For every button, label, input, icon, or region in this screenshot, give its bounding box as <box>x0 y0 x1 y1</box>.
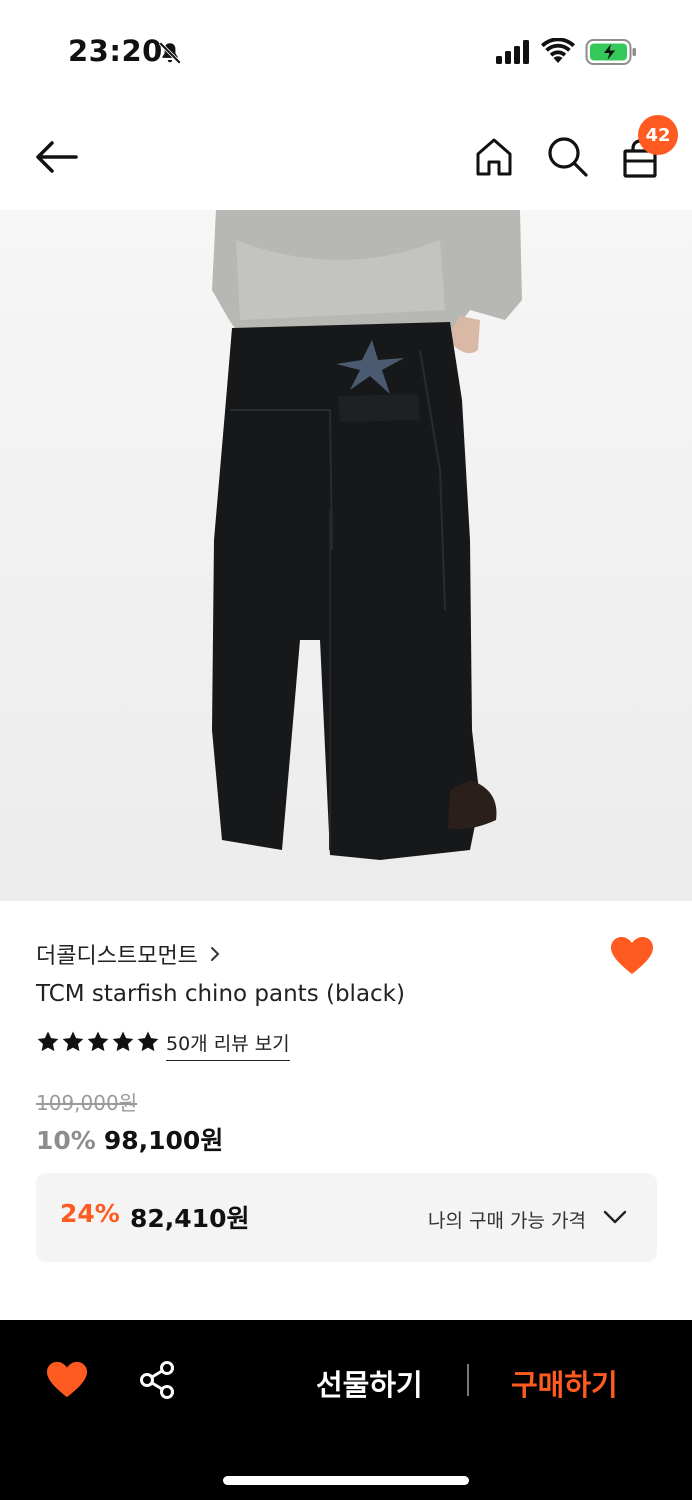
product-title: TCM starfish chino pants (black) <box>36 981 405 1007</box>
buy-button[interactable]: 구매하기 <box>511 1362 618 1404</box>
status-time: 23:20 <box>68 34 163 68</box>
rating-stars <box>36 1030 160 1054</box>
wifi-icon <box>541 38 575 63</box>
brand-name: 더콜디스트모먼트 <box>36 944 198 969</box>
discount-rate: 10% <box>36 1126 96 1155</box>
my-price-rate: 24% <box>60 1199 120 1228</box>
star-icon <box>137 1031 159 1052</box>
bell-off-icon <box>158 41 182 65</box>
star-icon <box>62 1031 84 1052</box>
my-price-value: 82,410원 <box>130 1204 250 1233</box>
star-icon <box>112 1031 134 1052</box>
status-bar: 23:20 <box>0 0 692 100</box>
chevron-down-icon <box>603 1210 627 1224</box>
my-price-dropdown[interactable]: 24% 82,410원 나의 구매 가능 가격 <box>36 1173 657 1262</box>
review-link[interactable]: 50개 리뷰 보기 <box>166 1029 290 1061</box>
product-photo-illustration <box>212 210 522 860</box>
bottom-action-bar: 선물하기 구매하기 <box>0 1320 692 1500</box>
brand-link[interactable]: 더콜디스트모먼트 <box>36 938 222 970</box>
share-icon[interactable] <box>138 1360 178 1400</box>
search-icon[interactable] <box>544 133 590 179</box>
discount-row: 10% 98,100원 <box>36 1121 223 1157</box>
home-icon[interactable] <box>472 135 516 179</box>
star-icon <box>87 1031 109 1052</box>
home-indicator[interactable] <box>223 1476 469 1485</box>
back-arrow-icon[interactable] <box>30 135 82 179</box>
chevron-right-icon <box>210 947 220 961</box>
my-price-label: 나의 구매 가능 가격 <box>428 1210 586 1232</box>
signal-icon <box>496 40 529 64</box>
gift-button[interactable]: 선물하기 <box>316 1362 423 1404</box>
star-icon <box>37 1031 59 1052</box>
sale-price: 98,100원 <box>103 1126 224 1155</box>
battery-charging-icon <box>585 39 636 65</box>
cart-count-badge: 42 <box>638 115 678 155</box>
original-price: 109,000원 <box>36 1091 138 1115</box>
nav-bar <box>0 105 692 205</box>
heart-icon[interactable] <box>610 936 654 976</box>
heart-icon[interactable] <box>46 1360 88 1400</box>
divider <box>467 1364 469 1396</box>
product-photo[interactable] <box>0 210 692 901</box>
